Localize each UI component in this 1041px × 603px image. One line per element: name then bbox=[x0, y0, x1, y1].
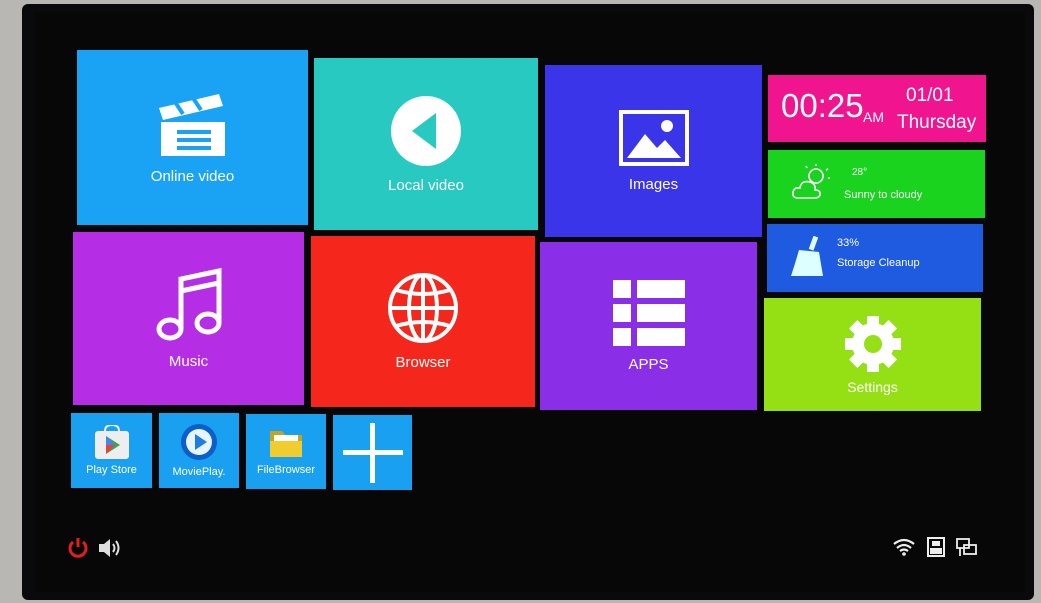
tile-label: Local video bbox=[388, 176, 464, 194]
tile-local-video[interactable]: Local video bbox=[314, 58, 538, 230]
play-back-icon bbox=[391, 95, 461, 166]
tile-apps[interactable]: APPS bbox=[540, 242, 757, 410]
storage-label: Storage Cleanup bbox=[837, 257, 920, 269]
shortcut-label: MoviePlay. bbox=[172, 466, 226, 478]
apps-list-icon bbox=[612, 279, 685, 346]
usb-icon bbox=[927, 537, 945, 557]
tile-label: Online video bbox=[150, 168, 235, 185]
weather-widget[interactable]: 28° Sunny to cloudy bbox=[768, 150, 985, 218]
clapperboard-icon bbox=[158, 94, 225, 156]
broom-icon bbox=[791, 236, 823, 276]
shortcut-movieplay[interactable]: MoviePlay. bbox=[159, 413, 239, 488]
sun-cloud-icon bbox=[792, 164, 830, 199]
storage-percent: 33% bbox=[837, 237, 860, 249]
shortcut-filebrowser[interactable]: FileBrowser bbox=[246, 414, 326, 489]
ethernet-icon bbox=[956, 538, 977, 556]
tile-label: Images bbox=[628, 175, 679, 193]
add-shortcut-button[interactable] bbox=[333, 415, 412, 490]
tile-label: APPS bbox=[628, 355, 669, 373]
clock-time: 00:25 bbox=[781, 87, 864, 124]
tile-music[interactable]: Music bbox=[73, 232, 304, 405]
clock-date: 01/01 bbox=[906, 85, 954, 106]
weather-temp: 28° bbox=[852, 167, 868, 178]
shortcut-label: FileBrowser bbox=[256, 464, 316, 476]
storage-cleanup-widget[interactable]: 33% Storage Cleanup bbox=[767, 224, 983, 292]
clock-widget[interactable]: 00:25 AM 01/01 Thursday bbox=[768, 75, 986, 142]
image-icon bbox=[618, 109, 689, 166]
shortcut-play-store[interactable]: Play Store bbox=[71, 413, 152, 488]
tile-label: Settings bbox=[847, 378, 898, 395]
power-icon[interactable] bbox=[67, 537, 89, 559]
tile-settings[interactable]: Settings bbox=[764, 298, 981, 411]
music-note-icon bbox=[156, 267, 221, 341]
play-store-icon bbox=[94, 425, 129, 459]
globe-icon bbox=[388, 273, 458, 343]
tile-online-video[interactable]: Online video bbox=[77, 50, 308, 225]
tile-label: Browser bbox=[395, 354, 451, 371]
tile-browser[interactable]: Browser bbox=[311, 236, 535, 407]
tile-label: Music bbox=[168, 353, 209, 370]
gear-icon bbox=[844, 315, 901, 372]
plus-icon bbox=[342, 422, 403, 483]
movie-player-icon bbox=[181, 424, 217, 460]
wifi-icon bbox=[893, 538, 915, 556]
weather-desc: Sunny to cloudy bbox=[844, 189, 923, 201]
clock-ampm: AM bbox=[863, 109, 884, 125]
tile-images[interactable]: Images bbox=[545, 65, 762, 237]
volume-icon[interactable] bbox=[98, 537, 122, 559]
clock-day: Thursday bbox=[897, 112, 977, 133]
shortcut-label: Play Store bbox=[86, 464, 137, 476]
folder-icon bbox=[270, 431, 302, 457]
